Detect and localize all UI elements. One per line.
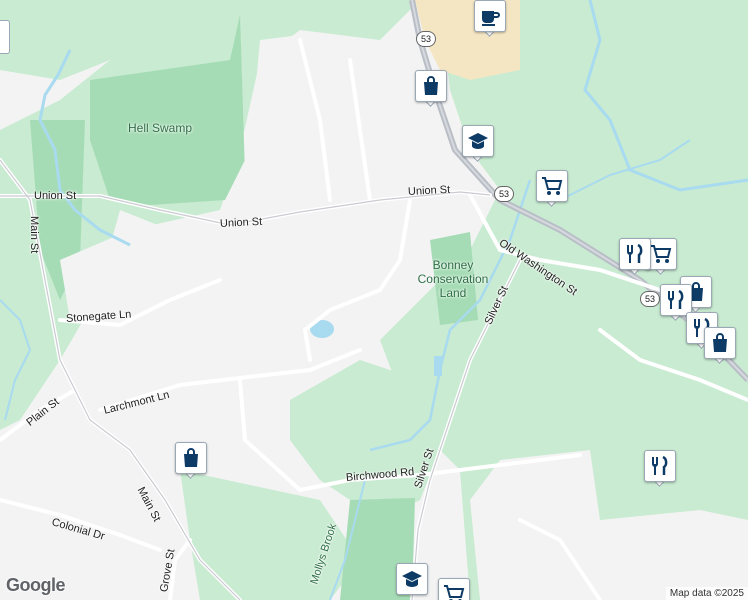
map-pin-school[interactable] [396, 563, 428, 599]
school-icon [468, 133, 488, 149]
map-pin-coffee[interactable] [474, 0, 506, 37]
map-base-layer [0, 0, 748, 600]
map-pin-partial[interactable] [0, 20, 10, 54]
pin-box [396, 563, 428, 595]
area-label-line: Bonney [432, 258, 474, 272]
map-pin-shopping[interactable] [415, 70, 447, 107]
pin-box [175, 442, 207, 474]
coffee-icon [482, 11, 500, 26]
map-pin-grocery[interactable] [438, 578, 470, 600]
pin-box [644, 450, 676, 482]
restaurant-icon [652, 455, 668, 475]
park-area-central [290, 360, 440, 520]
road-label-union-st: Union St [407, 183, 451, 198]
map-pin-restaurant[interactable] [644, 450, 676, 487]
restaurant-icon [627, 243, 643, 263]
map-canvas[interactable]: Hell Swamp Bonney Conservation Land Unio… [0, 0, 748, 600]
pin-box [415, 70, 447, 102]
pin-box [474, 0, 506, 32]
shopping-bag-icon [713, 333, 727, 352]
restaurant-icon [668, 289, 684, 309]
map-pin-shopping[interactable] [175, 442, 207, 479]
pin-box [704, 327, 736, 359]
area-label-bonney-conservation-land: Bonney Conservation Land [410, 258, 496, 300]
shopping-cart-icon [444, 585, 465, 600]
pin-box [619, 238, 651, 270]
shopping-cart-icon [542, 177, 563, 195]
school-icon [402, 571, 422, 587]
road-label-main-st: Main St [28, 216, 40, 254]
route-53-shield: 53 [640, 291, 660, 307]
pin-box [536, 170, 568, 202]
route-53-shield: 53 [416, 31, 436, 47]
shopping-cart-icon [651, 245, 672, 263]
map-attribution[interactable]: Map data ©2025 [665, 587, 748, 600]
road-label-union-st: Union St [219, 215, 263, 230]
area-label-line: Conservation [417, 272, 489, 286]
google-logo[interactable]: Google [6, 575, 66, 596]
map-pin-shopping[interactable] [704, 327, 736, 364]
map-pin-school[interactable] [462, 125, 494, 162]
pin-box [462, 125, 494, 157]
pin-box [438, 578, 470, 600]
area-label-line: Land [439, 286, 467, 300]
area-label-hell-swamp: Hell Swamp [128, 121, 193, 135]
route-53-shield: 53 [494, 186, 514, 202]
map-pin-restaurant[interactable] [619, 238, 651, 275]
road-label-union-st: Union St [34, 190, 77, 202]
map-pin-grocery[interactable] [536, 170, 568, 207]
shopping-bag-icon [184, 448, 198, 467]
shopping-bag-icon [424, 76, 438, 95]
pond-small [434, 356, 442, 376]
